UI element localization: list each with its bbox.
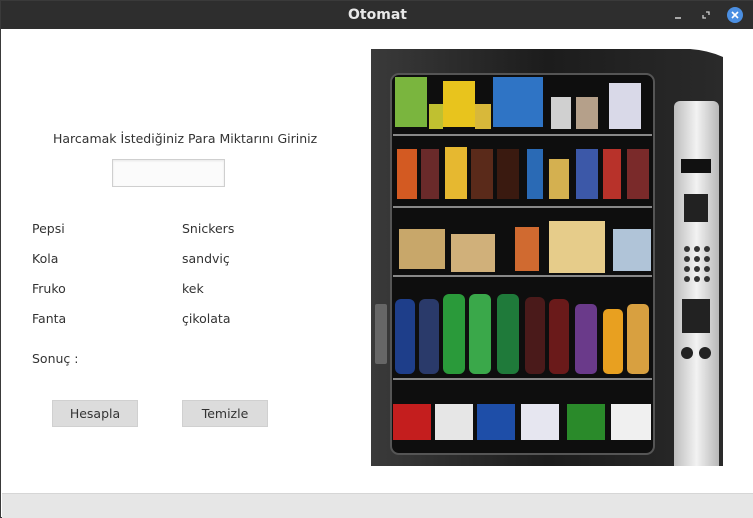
clear-button[interactable]: Temizle: [182, 400, 268, 427]
item-fanta: Fanta: [32, 311, 67, 326]
window-title: Otomat: [348, 7, 407, 23]
status-bar: [2, 493, 753, 518]
app-window: Otomat Harcamak İstediğiniz Para Miktarı…: [0, 0, 753, 518]
item-kek: kek: [182, 281, 204, 296]
item-snickers: Snickers: [182, 221, 235, 236]
title-bar[interactable]: Otomat: [1, 1, 753, 29]
item-cikolata: çikolata: [182, 311, 231, 326]
amount-prompt-label: Harcamak İstediğiniz Para Miktarını Giri…: [53, 131, 318, 146]
calculate-button[interactable]: Hesapla: [52, 400, 138, 427]
item-pepsi: Pepsi: [32, 221, 65, 236]
result-label: Sonuç :: [32, 351, 79, 366]
minimize-icon[interactable]: [669, 6, 687, 24]
item-kola: Kola: [32, 251, 59, 266]
amount-input[interactable]: [112, 159, 225, 187]
item-sandvic: sandviç: [182, 251, 230, 266]
close-icon[interactable]: [727, 7, 743, 23]
item-fruko: Fruko: [32, 281, 66, 296]
maximize-icon[interactable]: [697, 6, 715, 24]
vending-machine-image: [371, 48, 723, 476]
main-panel: Harcamak İstediğiniz Para Miktarını Giri…: [2, 29, 753, 493]
